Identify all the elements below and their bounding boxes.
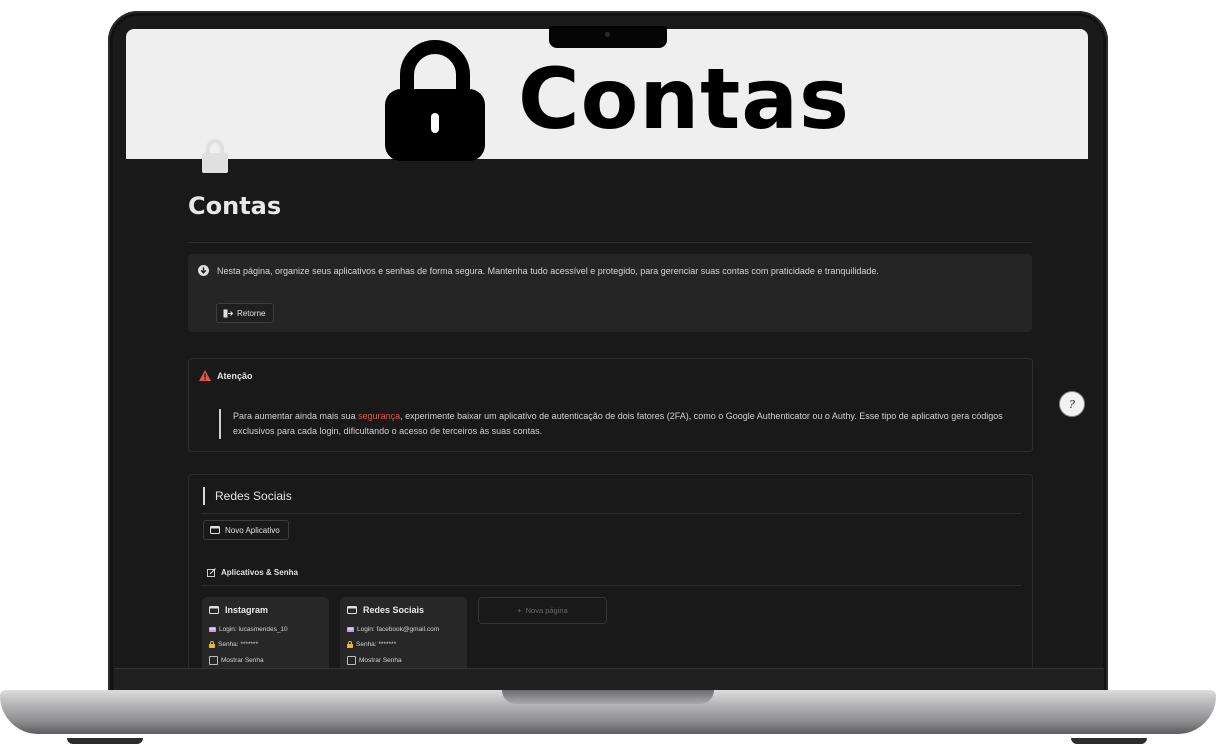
card-login: Login: lucasmendes_10 (219, 626, 288, 633)
laptop-foot (67, 738, 143, 744)
new-page-button[interactable]: + Nova página (478, 597, 607, 624)
card-title: Redes Sociais (363, 605, 425, 615)
exit-icon (223, 309, 233, 317)
window-icon (347, 606, 357, 614)
warning-text-start: Para aumentar ainda mais sua (233, 411, 359, 421)
intro-text: Nesta página, organize seus aplicativos … (217, 266, 879, 276)
id-card-icon (347, 627, 354, 632)
card-password: Senha: ******* (218, 641, 259, 648)
camera-icon (605, 32, 610, 37)
show-password-toggle[interactable]: Mostrar Senha (209, 656, 264, 665)
retorne-button[interactable]: Retorne (216, 303, 275, 323)
padlock-icon (202, 139, 228, 173)
cover-title: Contas (518, 50, 850, 148)
new-page-label: Nova página (525, 606, 568, 615)
apps-view-tab[interactable]: Aplicativos & Senha (207, 568, 298, 577)
window-icon (209, 606, 219, 614)
warning-quote: Para aumentar ainda mais sua segurança, … (219, 409, 1033, 439)
warning-callout: Atenção Para aumentar ainda mais sua seg… (188, 358, 1033, 452)
show-password-label: Mostrar Senha (359, 657, 402, 664)
intro-callout: Nesta página, organize seus aplicativos … (188, 254, 1032, 332)
help-icon: ? (1069, 397, 1075, 411)
divider (201, 585, 1021, 586)
card-login: Login: facebook@gmail.com (357, 626, 440, 633)
help-button[interactable]: ? (1059, 391, 1085, 417)
padlock-icon (385, 40, 485, 161)
laptop-foot (1071, 738, 1147, 744)
checkbox[interactable] (347, 656, 356, 665)
bottom-bezel (114, 668, 1104, 691)
social-section: Redes Sociais Novo Aplicativo Aplicativo… (188, 474, 1033, 679)
section-title: Redes Sociais (203, 487, 292, 505)
divider (188, 242, 1032, 243)
app-card-redes-sociais[interactable]: Redes Sociais Login: facebook@gmail.com … (340, 597, 467, 679)
arrow-down-circle-icon (198, 265, 209, 276)
retorne-label: Retorne (237, 308, 266, 318)
window-icon (210, 526, 220, 534)
new-app-label: Novo Aplicativo (225, 525, 280, 535)
cover-banner: Contas (126, 29, 1088, 161)
warning-icon (199, 370, 211, 381)
id-card-icon (209, 627, 216, 632)
show-password-toggle[interactable]: Mostrar Senha (347, 656, 402, 665)
warning-heading: Atenção (217, 371, 253, 381)
laptop-screen: Contas Contas Nesta página, organize seu… (126, 29, 1088, 679)
checkbox[interactable] (209, 656, 218, 665)
app-card-instagram[interactable]: Instagram Login: lucasmendes_10 Senha: *… (202, 597, 329, 679)
camera-notch (549, 26, 667, 48)
show-password-label: Mostrar Senha (221, 657, 264, 664)
apps-view-label: Aplicativos & Senha (221, 568, 298, 577)
page-title: Contas (188, 192, 282, 220)
laptop-base (0, 690, 1216, 734)
plus-icon: + (517, 606, 522, 615)
card-password: Senha: ******* (356, 641, 397, 648)
lock-icon (347, 641, 353, 648)
lock-icon (209, 641, 215, 648)
security-link[interactable]: segurança (358, 411, 400, 421)
new-app-button[interactable]: Novo Aplicativo (203, 520, 289, 540)
card-title: Instagram (225, 605, 269, 615)
edit-icon (207, 568, 216, 577)
opening-lip (502, 690, 714, 704)
divider (201, 513, 1021, 514)
